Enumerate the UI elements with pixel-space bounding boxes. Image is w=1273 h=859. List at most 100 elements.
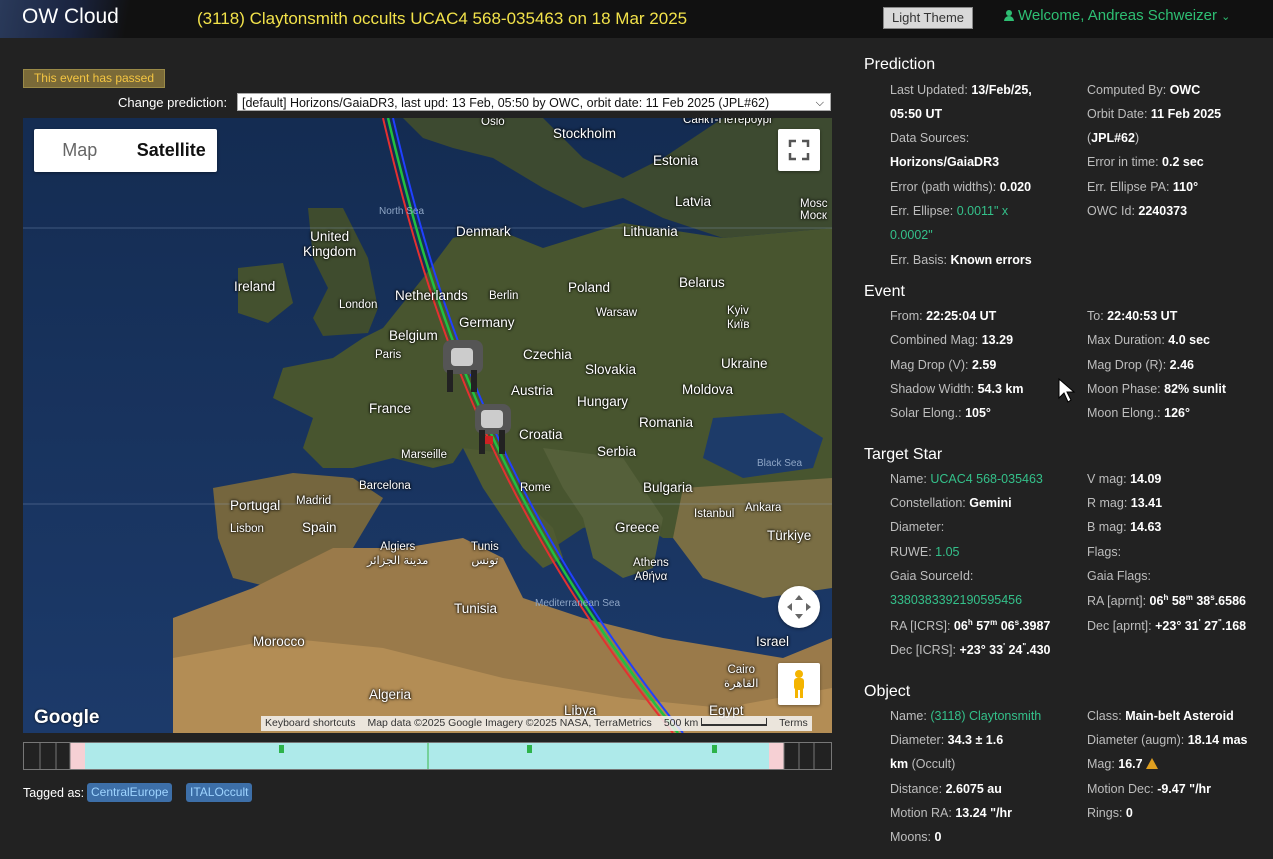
- star-name: Name: UCAC4 568-035463: [890, 472, 1043, 486]
- map-label: Portugal: [230, 498, 281, 513]
- ra-icrs: RA [ICRS]: 06h 57m 06s.3987: [890, 618, 1051, 634]
- top-bar: OW Cloud (3118) Claytonsmith occults UCA…: [0, 0, 1273, 38]
- map-label: Algiers مدينة الجزائر: [367, 541, 429, 567]
- b-mag: B mag: 14.63: [1087, 520, 1162, 534]
- map-label: Bulgaria: [643, 480, 693, 495]
- map-label: Serbia: [597, 444, 637, 459]
- user-menu[interactable]: Welcome, Andreas Schweizer ⌄: [1004, 7, 1230, 24]
- object-diameter-unit: km (Occult): [890, 757, 956, 771]
- map-label: Belgium: [389, 328, 438, 343]
- map-label: Belarus: [679, 275, 725, 290]
- solar-elongation: Solar Elong.: 105°: [890, 406, 991, 420]
- map-type-control: Map Satellite: [34, 129, 217, 172]
- mag-drop-v: Mag Drop (V): 2.59: [890, 358, 997, 372]
- map-label: Spain: [302, 520, 337, 535]
- event-heading: Event: [864, 283, 905, 300]
- ruwe: RUWE: 1.05: [890, 545, 960, 559]
- owc-id: OWC Id: 2240373: [1087, 204, 1188, 218]
- map-label: Hungary: [577, 394, 629, 409]
- map-label: Stockholm: [553, 126, 617, 141]
- map-label: North Sea: [379, 206, 425, 217]
- dec-icrs: Dec [ICRS]: +23° 33' 24".430: [890, 642, 1051, 658]
- object-class: Class: Main-belt Asteroid: [1087, 709, 1234, 723]
- object-heading: Object: [864, 683, 911, 700]
- light-theme-button[interactable]: Light Theme: [883, 7, 973, 29]
- tag-italoccult[interactable]: ITALOccult: [186, 783, 253, 802]
- map-label: Istanbul: [694, 508, 735, 520]
- combined-mag: Combined Mag: 13.29: [890, 333, 1014, 347]
- r-mag: R mag: 13.41: [1087, 496, 1163, 510]
- logo-text: OW Cloud: [22, 5, 119, 28]
- map-label: United Kingdom: [303, 229, 357, 259]
- object-name-link[interactable]: (3118) Claytonsmith: [930, 709, 1041, 723]
- event-passed-badge: This event has passed: [23, 69, 165, 88]
- map-label: Algeria: [369, 687, 412, 702]
- diameter-augm: Diameter (augm): 18.14 mas: [1087, 733, 1248, 747]
- error-path-widths: Error (path widths): 0.020: [890, 180, 1032, 194]
- map-label: France: [369, 401, 412, 416]
- map-label: Rome: [520, 482, 551, 494]
- map-label: Warsaw: [596, 307, 638, 319]
- map-label: Санкт-Петербург: [683, 118, 774, 126]
- fullscreen-button[interactable]: [778, 129, 820, 171]
- map-label: Paris: [375, 349, 402, 361]
- gaia-sourceid: 3380383392190595456: [890, 593, 1022, 607]
- event-timeline[interactable]: [23, 742, 832, 770]
- map-label: Madrid: [296, 495, 332, 507]
- map-label: Netherlands: [395, 288, 468, 303]
- terms-link[interactable]: Terms: [779, 716, 808, 731]
- timeline-graphic: [39, 743, 815, 769]
- street-view-pegman-button[interactable]: [778, 663, 820, 705]
- error-ellipse: Err. Ellipse: 0.0011" x: [890, 204, 1009, 218]
- map-imagery: [23, 118, 832, 733]
- map-label: Athens Αθήνα: [633, 557, 669, 583]
- error-basis: Err. Basis: Known errors: [890, 253, 1032, 267]
- map-label: Ankara: [745, 502, 782, 514]
- map-label: Tunisia: [454, 601, 498, 616]
- data-sources: Horizons/GaiaDR3: [890, 155, 1000, 169]
- event-title: (3118) Claytonsmith occults UCAC4 568-03…: [197, 9, 688, 28]
- constellation: Constellation: Gemini: [890, 496, 1012, 510]
- chevron-down-icon: ⌵: [815, 97, 824, 109]
- logo[interactable]: OW Cloud: [0, 0, 180, 38]
- tag-centraleurope[interactable]: CentralEurope: [87, 783, 173, 802]
- tagged-label: Tagged as:: [23, 786, 85, 800]
- map-label: Marseille: [401, 449, 448, 461]
- map-label: Croatia: [519, 427, 563, 442]
- mag-drop-r: Mag Drop (R): 2.46: [1087, 358, 1195, 372]
- google-logo: Google: [34, 707, 100, 728]
- shadow-width: Shadow Width: 54.3 km: [890, 382, 1024, 396]
- chevron-down-icon: ⌄: [1221, 11, 1231, 23]
- map-label: Oslo: [481, 118, 505, 128]
- rings: Rings: 0: [1087, 806, 1133, 820]
- map-label: Cairo القاهرة: [724, 664, 759, 690]
- map-label: Tunis تونس: [471, 541, 499, 567]
- event-from: From: 22:25:04 UT: [890, 309, 997, 323]
- gaia-sourceid-link[interactable]: 3380383392190595456: [890, 593, 1022, 607]
- prediction-select[interactable]: [default] Horizons/GaiaDR3, last upd: 13…: [237, 93, 831, 111]
- prediction-select-value: [default] Horizons/GaiaDR3, last upd: 13…: [242, 96, 770, 110]
- map-label: Mosc Моск: [800, 198, 828, 222]
- map-label: Lisbon: [230, 523, 264, 535]
- map[interactable]: Oslo Stockholm Санкт-Петербург Estonia L…: [23, 118, 832, 733]
- map-data-text: Map data ©2025 Google Imagery ©2025 NASA…: [367, 717, 652, 729]
- orbit-date: Orbit Date: 11 Feb 2025: [1087, 107, 1222, 121]
- motion-ra: Motion RA: 13.24 "/hr: [890, 806, 1012, 820]
- computed-by: Computed By: OWC: [1087, 83, 1201, 97]
- camera-control-button[interactable]: [778, 586, 820, 628]
- star-name-link[interactable]: UCAC4 568-035463: [930, 472, 1043, 486]
- object-name: Name: (3118) Claytonsmith: [890, 709, 1042, 723]
- mouse-cursor-icon: [1058, 378, 1076, 403]
- flags: Flags:: [1087, 545, 1122, 559]
- data-sources-label: Data Sources:: [890, 131, 970, 145]
- scale-bar[interactable]: 500 km: [664, 716, 768, 731]
- moon-elongation: Moon Elong.: 126°: [1087, 406, 1191, 420]
- map-type-map-button[interactable]: Map: [34, 129, 126, 172]
- ra-apparent: RA [aprnt]: 06h 58m 38s.6586: [1087, 593, 1246, 609]
- keyboard-shortcuts-link[interactable]: Keyboard shortcuts: [265, 716, 355, 731]
- map-label: Latvia: [675, 194, 712, 209]
- warning-icon[interactable]: [1145, 758, 1158, 769]
- map-type-satellite-button[interactable]: Satellite: [126, 129, 218, 172]
- v-mag: V mag: 14.09: [1087, 472, 1162, 486]
- map-label: Kyiv Київ: [727, 305, 750, 331]
